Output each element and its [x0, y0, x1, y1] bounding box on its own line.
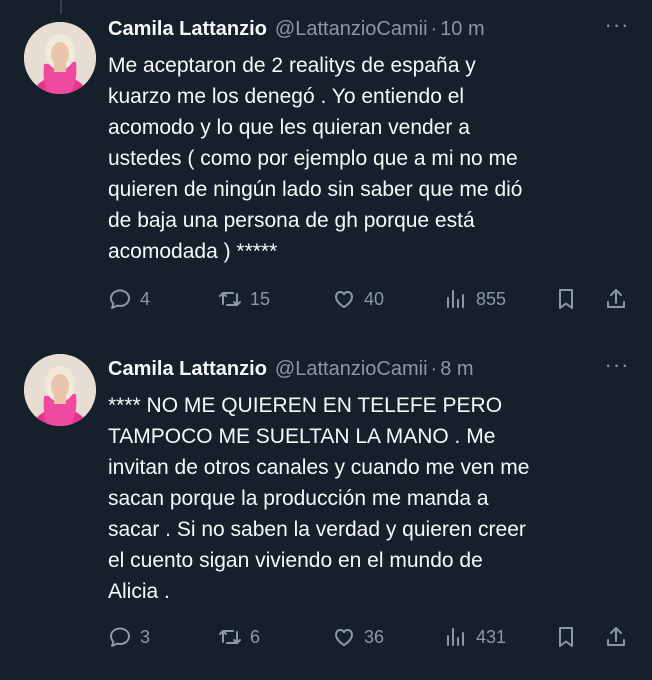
views-button[interactable]: 855 [444, 284, 506, 314]
author-name[interactable]: Camila Lattanzio [108, 358, 267, 381]
retweet-count: 6 [250, 626, 261, 647]
share-icon [607, 627, 625, 646]
retweet-icon [219, 292, 241, 306]
views-button[interactable]: 431 [444, 622, 506, 652]
tweet-actions: 4 15 40 855 [108, 284, 632, 314]
like-icon [335, 629, 353, 646]
retweet-icon [219, 630, 241, 644]
share-icon [607, 289, 625, 308]
avatar[interactable] [24, 22, 96, 94]
views-icon [447, 290, 464, 308]
like-count: 40 [364, 288, 385, 309]
tweet-header: Camila Lattanzio @LattanzioCamii · 8 m [108, 354, 632, 384]
reply-button[interactable]: 4 [108, 284, 150, 314]
author-name[interactable]: Camila Lattanzio [108, 18, 267, 41]
tweet-actions: 3 6 36 431 [108, 622, 632, 652]
timestamp[interactable]: 10 m [440, 18, 484, 41]
views-count: 431 [476, 626, 507, 647]
retweet-button[interactable]: 6 [218, 622, 260, 652]
more-icon[interactable]: ··· [602, 354, 632, 380]
more-icon[interactable]: ··· [602, 14, 632, 40]
retweet-count: 15 [250, 288, 271, 309]
tweet-1[interactable]: Camila Lattanzio @LattanzioCamii · 10 m … [0, 0, 652, 340]
author-handle[interactable]: @LattanzioCamii [275, 18, 428, 41]
retweet-button[interactable]: 15 [218, 284, 270, 314]
bookmark-icon [559, 289, 573, 309]
tweet-text: **** NO ME QUIEREN EN TELEFE PERO TAMPOC… [108, 394, 530, 603]
share-button[interactable] [604, 284, 628, 314]
like-button[interactable]: 40 [332, 284, 384, 314]
views-count: 855 [476, 288, 507, 309]
tweet-header: Camila Lattanzio @LattanzioCamii · 10 m [108, 14, 632, 44]
views-icon [447, 628, 464, 646]
reply-button[interactable]: 3 [108, 622, 150, 652]
like-button[interactable]: 36 [332, 622, 384, 652]
bookmark-button[interactable] [554, 284, 578, 314]
avatar[interactable] [24, 354, 96, 426]
timestamp[interactable]: 8 m [440, 358, 473, 381]
bookmark-icon [559, 627, 573, 647]
reply-count: 4 [140, 288, 151, 309]
like-count: 36 [364, 626, 385, 647]
reply-icon [110, 289, 130, 309]
reply-icon [110, 627, 130, 647]
author-handle[interactable]: @LattanzioCamii [275, 358, 428, 381]
tweet-text: Me aceptaron de 2 realitys de españa y k… [108, 54, 523, 263]
like-icon [335, 291, 353, 308]
share-button[interactable] [604, 622, 628, 652]
separator-dot: · [430, 357, 438, 380]
separator-dot: · [430, 17, 438, 40]
reply-count: 3 [140, 626, 151, 647]
bookmark-button[interactable] [554, 622, 578, 652]
tweet-2[interactable]: Camila Lattanzio @LattanzioCamii · 8 m ·… [0, 340, 652, 680]
